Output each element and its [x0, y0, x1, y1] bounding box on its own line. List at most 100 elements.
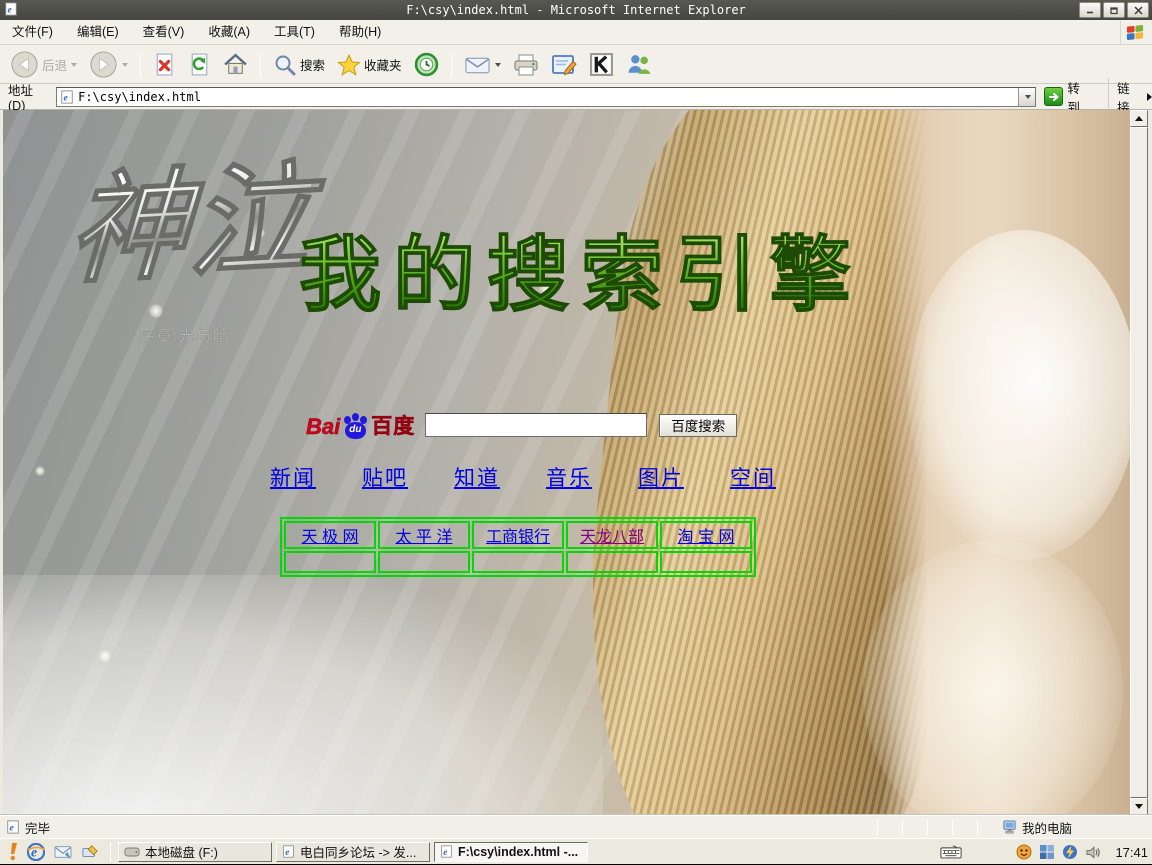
table-link-taobao[interactable]: 淘 宝 网 — [678, 529, 735, 546]
svg-text:e: e — [443, 847, 447, 857]
menu-favorites[interactable]: 收藏(A) — [196, 20, 262, 45]
taskbar-clock[interactable]: 17:41 — [1115, 845, 1148, 860]
table-link-pconline[interactable]: 太 平 洋 — [396, 529, 453, 546]
menu-bar: 文件(F) 编辑(E) 查看(V) 收藏(A) 工具(T) 帮助(H) — [0, 20, 1152, 45]
edit-button[interactable] — [547, 51, 581, 79]
back-label: 后退 — [42, 55, 67, 74]
baidu-search-button[interactable]: 百度搜索 — [659, 414, 737, 437]
favorites-button[interactable]: 收藏夹 — [333, 51, 406, 79]
status-divider — [877, 819, 878, 835]
task-label: F:\csy\index.html -... — [458, 845, 578, 859]
forward-button[interactable] — [85, 48, 132, 81]
mail-button[interactable] — [460, 52, 505, 78]
task-button-index-html[interactable]: e F:\csy\index.html -... — [434, 842, 588, 862]
table-link-tianlongbabu[interactable]: 天龙八部 — [580, 529, 644, 546]
nav-link-tieba[interactable]: 贴吧 — [362, 462, 408, 492]
page-viewport: 神泣 序章:光与暗 我的搜索引擎 Bai du 百度 百度搜索 新闻 贴吧 知道 — [3, 110, 1130, 815]
tray-msn-icon[interactable] — [1039, 844, 1055, 860]
edit-icon — [551, 53, 577, 77]
tray-qq-icon[interactable] — [1016, 844, 1032, 860]
refresh-button[interactable] — [184, 50, 215, 79]
nav-link-space[interactable]: 空间 — [730, 462, 776, 492]
minimize-button[interactable] — [1079, 2, 1101, 18]
nav-link-image[interactable]: 图片 — [638, 462, 684, 492]
tray-thunder-icon[interactable] — [1062, 844, 1078, 860]
menu-help[interactable]: 帮助(H) — [327, 20, 393, 45]
zone-label: 我的电脑 — [1022, 818, 1072, 837]
baidu-search-input[interactable] — [425, 413, 647, 437]
task-button-forum[interactable]: e 电白同乡论坛 -> 发... — [276, 842, 430, 862]
sparkle — [35, 466, 45, 476]
arrow-up-icon — [1135, 116, 1143, 121]
messenger-button[interactable] — [622, 50, 657, 79]
home-button[interactable] — [219, 50, 252, 79]
menu-view[interactable]: 查看(V) — [131, 20, 197, 45]
status-divider — [977, 819, 978, 835]
address-url: F:\csy\index.html — [78, 90, 201, 104]
drive-icon — [124, 846, 140, 858]
scrollbar-thumb[interactable] — [1130, 127, 1148, 798]
search-icon — [273, 53, 297, 77]
stop-button[interactable] — [149, 50, 180, 79]
fog-art — [3, 575, 603, 815]
shaiya-logo-subtitle: 序章:光与暗 — [139, 322, 259, 346]
nav-link-zhidao[interactable]: 知道 — [454, 462, 500, 492]
sparkle — [149, 304, 163, 318]
address-dropdown-button[interactable] — [1018, 88, 1035, 106]
scroll-up-button[interactable] — [1130, 110, 1148, 127]
refresh-icon — [188, 52, 211, 77]
input-method-keyboard-icon[interactable] — [940, 845, 962, 859]
address-input[interactable]: e F:\csy\index.html — [56, 87, 1036, 107]
toolbar-separator — [140, 52, 141, 78]
print-icon — [513, 53, 539, 77]
ie-page-icon: e — [440, 845, 453, 858]
menu-edit[interactable]: 编辑(E) — [65, 20, 131, 45]
close-button[interactable] — [1127, 2, 1149, 18]
restore-button[interactable] — [1103, 2, 1125, 18]
address-label: 地址(D) — [8, 80, 50, 113]
k-plugin-button[interactable] — [585, 50, 618, 79]
table-link-icbc[interactable]: 工商银行 — [486, 529, 550, 546]
back-dropdown-icon[interactable] — [71, 63, 77, 67]
task-button-local-disk[interactable]: 本地磁盘 (F:) — [118, 842, 272, 862]
menu-file[interactable]: 文件(F) — [0, 20, 65, 45]
baidu-paw-icon: du — [342, 413, 369, 440]
forward-dropdown-icon[interactable] — [122, 63, 128, 67]
menu-tools[interactable]: 工具(T) — [262, 20, 327, 45]
ie-page-icon: e — [60, 90, 74, 104]
ie-launcher-icon[interactable]: e — [27, 843, 45, 861]
search-button[interactable]: 搜索 — [269, 51, 329, 79]
show-desktop-icon[interactable] — [81, 844, 99, 860]
history-icon — [414, 52, 439, 77]
table-link-tianji[interactable]: 天 极 网 — [302, 529, 359, 546]
scroll-down-button[interactable] — [1130, 798, 1148, 815]
tray-volume-icon[interactable] — [1085, 845, 1102, 860]
taskbar: e 本地磁盘 (F:) e 电白同乡论坛 -> 发... e F:\csy\in… — [0, 838, 1152, 864]
window-title: F:\csy\index.html - Microsoft Internet E… — [0, 3, 1152, 17]
print-button[interactable] — [509, 51, 543, 79]
toolbar: 后退 搜索 收藏夹 — [0, 46, 1152, 84]
status-text: 完毕 — [25, 818, 50, 837]
my-computer-icon — [1002, 820, 1017, 834]
vertical-scrollbar[interactable] — [1130, 110, 1148, 815]
back-icon — [10, 50, 39, 79]
history-button[interactable] — [410, 50, 443, 79]
back-button[interactable]: 后退 — [6, 48, 81, 81]
nav-link-news[interactable]: 新闻 — [270, 462, 316, 492]
outlook-express-launcher-icon[interactable] — [54, 844, 72, 860]
toolbar-separator — [260, 52, 261, 78]
favorites-label: 收藏夹 — [364, 55, 402, 74]
svg-text:e: e — [64, 92, 69, 103]
exclaim-launcher-icon[interactable] — [8, 842, 18, 861]
status-divider — [927, 819, 928, 835]
security-zone: 我的电脑 — [1002, 818, 1152, 837]
nav-link-music[interactable]: 音乐 — [546, 462, 592, 492]
mail-dropdown-icon[interactable] — [495, 63, 501, 67]
baidu-logo: Bai du 百度 — [306, 410, 415, 440]
favorites-star-icon — [337, 53, 361, 77]
table-row: 天 极 网 太 平 洋 工商银行 天龙八部 淘 宝 网 — [284, 521, 752, 549]
browser-window: e F:\csy\index.html - Microsoft Internet… — [0, 0, 1152, 864]
system-tray: 17:41 — [1016, 839, 1148, 865]
svg-text:e: e — [10, 823, 15, 834]
mail-icon — [464, 54, 491, 76]
